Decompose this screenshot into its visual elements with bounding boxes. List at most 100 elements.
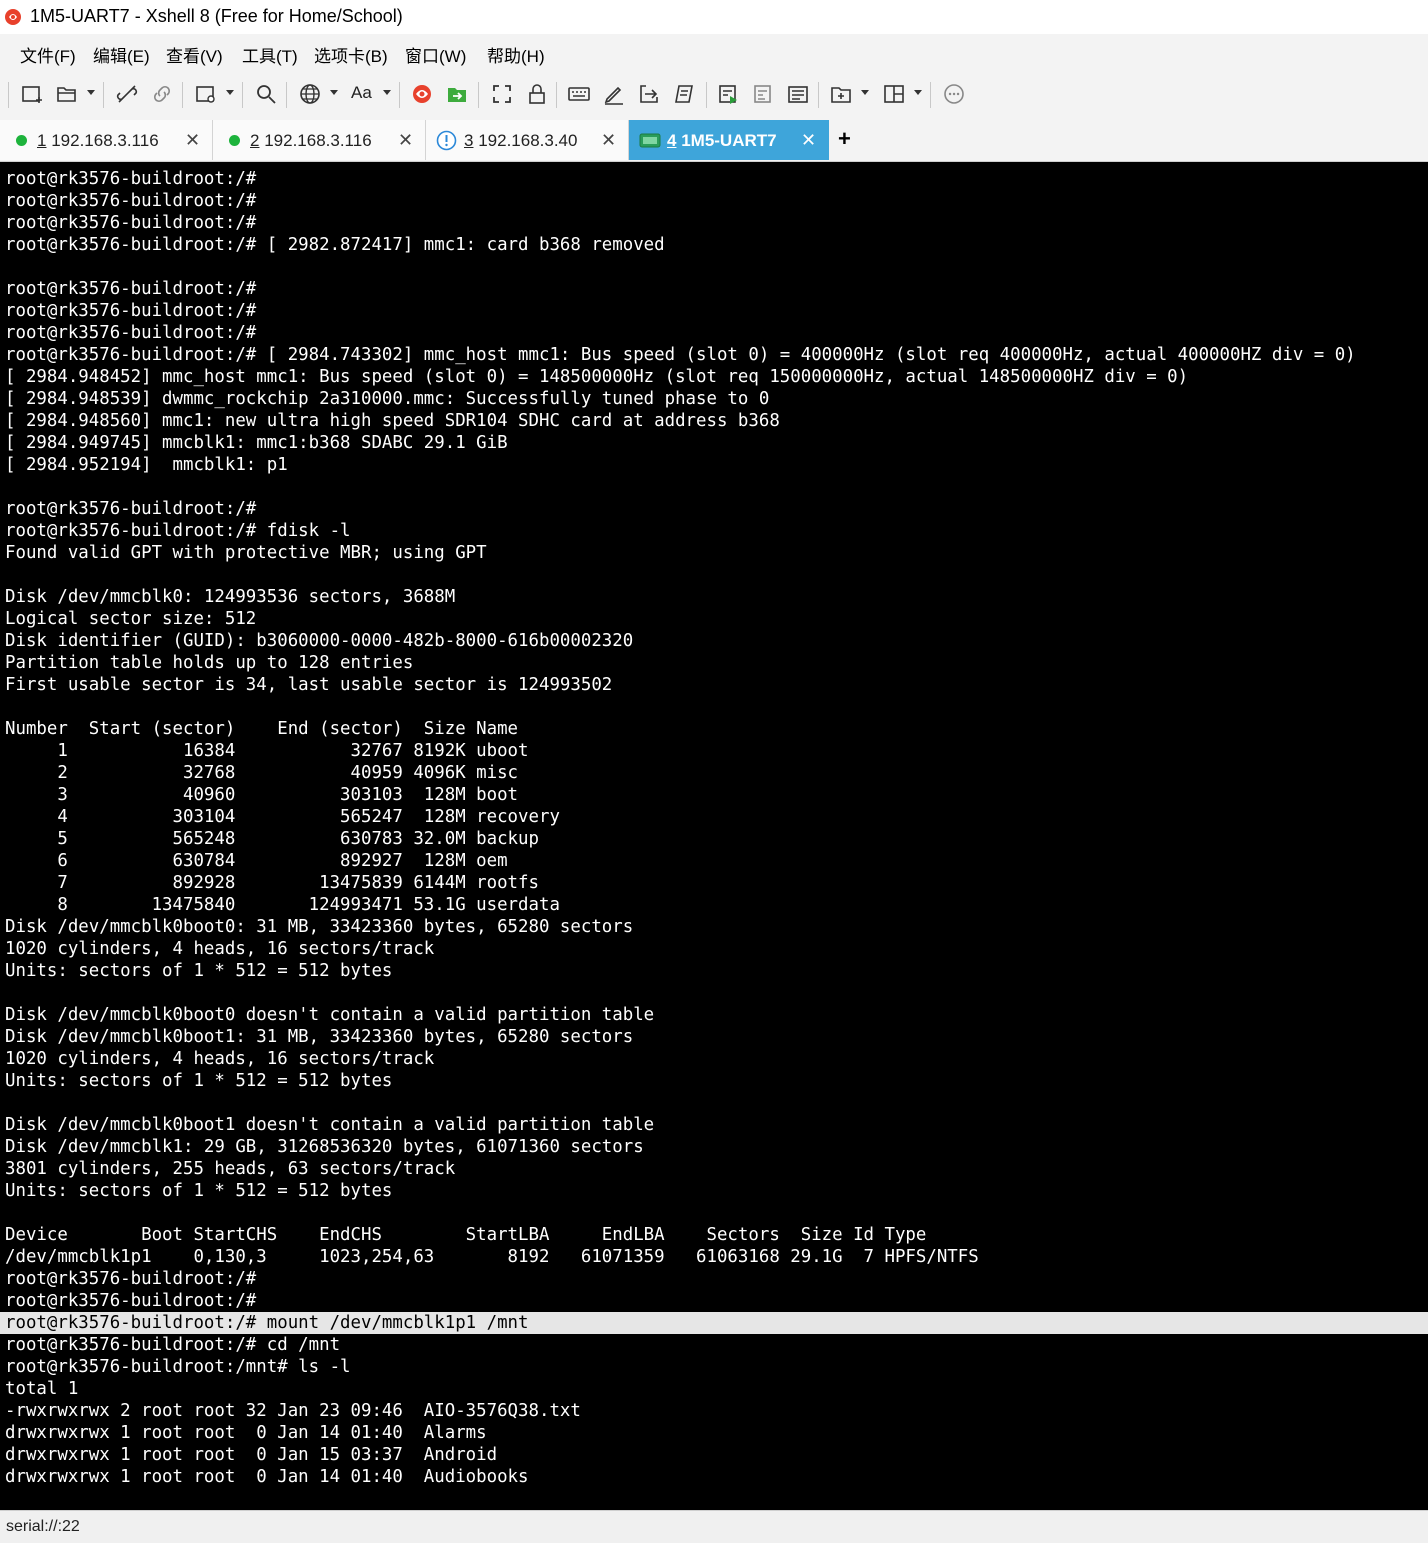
connected-status-icon <box>229 135 240 146</box>
xftp-icon[interactable] <box>445 82 469 106</box>
terminal-line: Disk /dev/mmcblk1: 29 GB, 31268536320 by… <box>5 1137 644 1157</box>
link-icon[interactable] <box>150 82 174 106</box>
terminal-line: Disk /dev/mmcblk0: 124993536 sectors, 36… <box>5 587 456 607</box>
list-icon[interactable] <box>786 82 810 106</box>
toolbar-separator <box>182 82 183 108</box>
window-title: 1M5-UART7 - Xshell 8 (Free for Home/Scho… <box>30 6 403 26</box>
properties-dropdown-icon[interactable] <box>226 90 234 95</box>
script-icon[interactable] <box>672 82 696 106</box>
disconnect-icon[interactable] <box>115 82 139 106</box>
open-folder-icon[interactable] <box>55 82 79 106</box>
terminal-line: drwxrwxrwx 1 root root 0 Jan 15 03:37 An… <box>5 1445 498 1465</box>
tab-host: 1M5-UART7 <box>681 131 777 150</box>
tab-label: 1 192.168.3.116 <box>37 131 159 151</box>
send-icon[interactable] <box>637 82 661 106</box>
terminal-line: Disk /dev/mmcblk0boot0: 31 MB, 33423360 … <box>5 917 634 937</box>
close-icon[interactable]: ✕ <box>601 130 616 151</box>
tab-index: 2 <box>250 131 260 150</box>
pen-icon[interactable] <box>602 82 626 106</box>
terminal-line: 5 565248 630783 32.0M backup <box>5 829 539 849</box>
terminal-line: root@rk3576-buildroot:/# <box>5 323 257 343</box>
terminal-line: root@rk3576-buildroot:/# <box>5 1269 257 1289</box>
menu-help[interactable]: 帮助(H) <box>487 42 545 67</box>
menu-window[interactable]: 窗口(W) <box>405 42 466 67</box>
title-bar: 1M5-UART7 - Xshell 8 (Free for Home/Scho… <box>0 0 1428 34</box>
terminal-line: Units: sectors of 1 * 512 = 512 bytes <box>5 1071 393 1091</box>
warning-icon <box>436 130 457 151</box>
menu-view[interactable]: 查看(V) <box>166 42 223 67</box>
new-tab-button[interactable]: + <box>838 126 851 152</box>
layout-dropdown-icon[interactable] <box>914 90 922 95</box>
new-tab-icon[interactable] <box>829 82 853 106</box>
terminal-line: root@rk3576-buildroot:/# <box>5 213 257 233</box>
terminal-output: root@rk3576-buildroot:/# root@rk3576-buil… <box>0 168 1428 1488</box>
log-icon[interactable] <box>716 82 740 106</box>
terminal-line: [ 2984.948539] dwmmc_rockchip 2a310000.m… <box>5 389 770 409</box>
menu-file[interactable]: 文件(F) <box>20 42 76 67</box>
terminal-line: 1020 cylinders, 4 heads, 16 sectors/trac… <box>5 1049 435 1069</box>
toolbar-separator <box>103 82 104 108</box>
tab-session-1[interactable]: 1 192.168.3.116 ✕ <box>0 120 213 160</box>
terminal-line: Disk /dev/mmcblk0boot1 doesn't contain a… <box>5 1115 655 1135</box>
toolbar-separator <box>242 82 243 108</box>
search-icon[interactable] <box>254 82 278 106</box>
terminal-line: root@rk3576-buildroot:/# <box>5 279 257 299</box>
keyboard-icon[interactable] <box>567 82 591 106</box>
tab-label: 4 1M5-UART7 <box>667 131 777 151</box>
menu-tabs[interactable]: 选项卡(B) <box>314 42 388 67</box>
terminal-line: 4 303104 565247 128M recovery <box>5 807 560 827</box>
xshell-app-icon <box>5 9 21 25</box>
tab-session-4[interactable]: 4 1M5-UART7 ✕ <box>629 120 829 160</box>
menu-tools[interactable]: 工具(T) <box>242 42 298 67</box>
terminal-line: total 1 <box>5 1379 79 1399</box>
terminal-line: /dev/mmcblk1p1 0,130,3 1023,254,63 8192 … <box>5 1247 979 1267</box>
terminal-line: root@rk3576-buildroot:/# [ 2982.872417] … <box>5 235 665 255</box>
globe-icon[interactable] <box>298 82 322 106</box>
tab-bar: 1 192.168.3.116 ✕ 2 192.168.3.116 ✕ 3 19… <box>0 120 1428 162</box>
terminal-line: Logical sector size: 512 <box>5 609 257 629</box>
terminal-line: 8 13475840 124993471 53.1G userdata <box>5 895 560 915</box>
terminal-line: drwxrwxrwx 1 root root 0 Jan 14 01:40 Au… <box>5 1467 529 1487</box>
tab-label: 2 192.168.3.116 <box>250 131 372 151</box>
font-icon[interactable]: Aa <box>351 83 372 103</box>
terminal-line: drwxrwxrwx 1 root root 0 Jan 14 01:40 Al… <box>5 1423 487 1443</box>
terminal-line: Units: sectors of 1 * 512 = 512 bytes <box>5 1181 393 1201</box>
new-tab-dropdown-icon[interactable] <box>861 90 869 95</box>
new-session-icon[interactable] <box>20 82 44 106</box>
status-bar: serial://:22 <box>0 1510 1428 1543</box>
properties-icon[interactable] <box>194 82 218 106</box>
lock-icon[interactable] <box>525 82 549 106</box>
terminal-line: root@rk3576-buildroot:/# <box>5 301 257 321</box>
fullscreen-icon[interactable] <box>490 82 514 106</box>
terminal-line: root@rk3576-buildroot:/# <box>5 1291 257 1311</box>
menu-edit[interactable]: 编辑(E) <box>93 42 150 67</box>
terminal-line: -rwxrwxrwx 2 root root 32 Jan 23 09:46 A… <box>5 1401 581 1421</box>
close-icon[interactable]: ✕ <box>398 130 413 151</box>
globe-dropdown-icon[interactable] <box>330 90 338 95</box>
xshell-logo-icon[interactable] <box>410 82 434 106</box>
terminal-line: 3801 cylinders, 255 heads, 63 sectors/tr… <box>5 1159 456 1179</box>
close-icon[interactable]: ✕ <box>801 130 816 151</box>
tab-session-2[interactable]: 2 192.168.3.116 ✕ <box>213 120 426 160</box>
toolbar-separator <box>399 82 400 108</box>
toolbar-separator <box>286 82 287 108</box>
chat-icon[interactable] <box>942 82 966 106</box>
font-dropdown-icon[interactable] <box>383 90 391 95</box>
terminal-view[interactable]: root@rk3576-buildroot:/# root@rk3576-buil… <box>0 162 1428 1510</box>
terminal-line: First usable sector is 34, last usable s… <box>5 675 613 695</box>
toolbar-separator <box>930 82 931 108</box>
tab-session-3[interactable]: 3 192.168.3.40 ✕ <box>426 120 629 160</box>
compose-icon[interactable] <box>751 82 775 106</box>
terminal-line: [ 2984.948560] mmc1: new ultra high spee… <box>5 411 780 431</box>
layout-icon[interactable] <box>882 82 906 106</box>
serial-port-icon <box>639 133 661 148</box>
toolbar: Aa <box>0 70 1428 118</box>
open-dropdown-icon[interactable] <box>87 90 95 95</box>
tab-host: 192.168.3.116 <box>264 131 372 150</box>
tab-index: 3 <box>464 131 474 150</box>
close-icon[interactable]: ✕ <box>185 130 200 151</box>
